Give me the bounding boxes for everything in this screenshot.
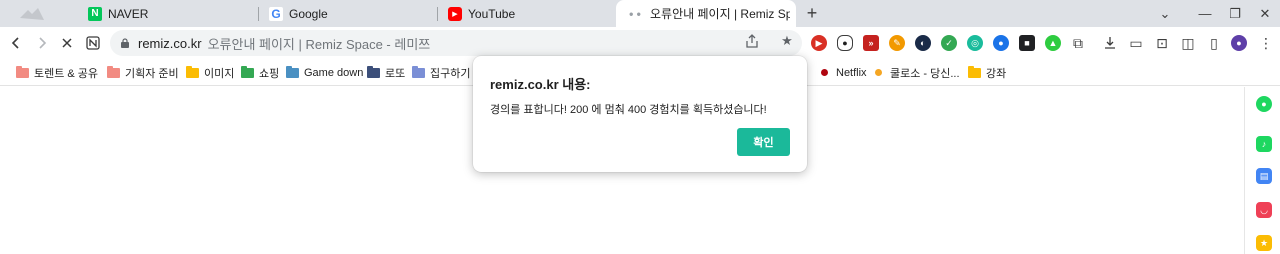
netflix-icon	[821, 69, 828, 76]
naver-icon: N	[88, 6, 102, 21]
tab-remiz-active[interactable]: • • 오류안내 페이지 | Remiz Space	[616, 0, 796, 27]
fast-forward-extension-icon[interactable]: »	[863, 35, 879, 51]
bookmark-label: 쿨로소 - 당신...	[890, 67, 960, 80]
split-view-icon[interactable]: ◫	[1179, 34, 1197, 52]
folder-icon	[367, 65, 380, 78]
side-green-icon[interactable]: ●	[1256, 96, 1272, 112]
bookmark-label: 토렌트 & 공유	[34, 67, 99, 80]
extension-dark-icon[interactable]: ◐	[915, 35, 931, 51]
bookmark-label: 집구하기	[430, 67, 471, 80]
loading-icon: • •	[629, 6, 641, 21]
site-icon	[875, 69, 882, 76]
bookmark-label: 로또	[385, 67, 406, 80]
lock-icon[interactable]	[120, 38, 130, 48]
folder-icon	[412, 65, 425, 78]
profile-decoration-icon	[0, 0, 60, 27]
bookmark-folder[interactable]: 강좌	[968, 64, 1006, 81]
bookmark-label: 기획자 준비	[125, 67, 179, 80]
naver-whale-icon[interactable]	[81, 31, 105, 55]
tab-title: Google	[289, 6, 328, 21]
bookmark-folder[interactable]: 쇼핑	[241, 64, 279, 81]
back-icon[interactable]	[4, 31, 28, 55]
extension-red-icon[interactable]: ▶	[811, 35, 827, 51]
bookmark-label: 쇼핑	[259, 67, 280, 80]
video-icon[interactable]: ▭	[1127, 34, 1145, 52]
pocket-icon[interactable]: ◡	[1256, 202, 1272, 218]
url-title: 오류안내 페이지 | Remiz Space - 레미쯔	[207, 36, 431, 52]
folder-icon	[186, 65, 199, 78]
folder-icon	[968, 65, 981, 78]
share-icon[interactable]	[744, 33, 760, 49]
mouse-extension-icon[interactable]: ●	[837, 35, 853, 51]
profile-avatar[interactable]: ●	[1231, 35, 1247, 51]
bookmark-folder[interactable]: 로또	[367, 64, 405, 81]
bookmark-folder[interactable]: 토렌트 & 공유	[16, 64, 98, 81]
tab-title: YouTube	[468, 6, 516, 21]
minimize-icon[interactable]: —	[1190, 0, 1220, 27]
bookmark-folder[interactable]: Game down	[286, 64, 363, 81]
google-icon: G	[269, 6, 283, 21]
address-bar[interactable]: remiz.co.kr 오류안내 페이지 | Remiz Space - 레미쯔	[110, 30, 802, 56]
folder-icon	[16, 65, 29, 78]
alert-dialog: remiz.co.kr 내용: 경의를 표합니다! 200 에 멈춰 400 경…	[473, 56, 807, 172]
side-panel: ● ♪ ▤ ◡ ★	[1244, 87, 1280, 254]
bookmark-star-icon[interactable]: ★	[779, 33, 795, 49]
tab-title: 오류안내 페이지 | Remiz Space	[650, 7, 790, 21]
browser-toolbar: remiz.co.kr 오류안내 페이지 | Remiz Space - 레미쯔…	[0, 27, 1280, 59]
screenshot-icon[interactable]: ⊡	[1153, 34, 1171, 52]
dialog-message: 경의를 표합니다! 200 에 멈춰 400 경험치를 획득하셨습니다!	[490, 104, 767, 116]
bookmark-netflix[interactable]: Netflix	[821, 64, 867, 81]
side-briefcase-icon[interactable]: ▤	[1256, 168, 1272, 184]
side-star-icon[interactable]: ★	[1256, 235, 1272, 251]
tab-strip: N NAVER G Google ▶ YouTube • • 오류안내 페이지 …	[0, 0, 1280, 27]
ok-button[interactable]: 확인	[737, 128, 790, 156]
extension-green-icon[interactable]: ▲	[1045, 35, 1061, 51]
extension-badge-icon[interactable]: ■	[1019, 35, 1035, 51]
bookmark-folder[interactable]: 기획자 준비	[107, 64, 179, 81]
tab-youtube[interactable]: ▶ YouTube	[438, 0, 616, 27]
download-icon[interactable]	[1101, 34, 1119, 52]
dialog-title: remiz.co.kr 내용:	[490, 77, 591, 92]
folder-icon	[107, 65, 120, 78]
stop-loading-icon[interactable]	[55, 31, 79, 55]
tab-google[interactable]: G Google	[259, 0, 437, 27]
tab-search-icon[interactable]: ⌄	[1150, 0, 1180, 27]
menu-icon[interactable]: ⋮	[1257, 34, 1275, 52]
globe-extension-icon[interactable]: ◎	[967, 35, 983, 51]
side-notification-icon[interactable]: ♪	[1256, 136, 1272, 152]
folder-icon	[241, 65, 254, 78]
bookmark-label: Netflix	[836, 66, 867, 79]
tab-naver[interactable]: N NAVER	[78, 0, 258, 27]
bookmark-folder[interactable]: 이미지	[186, 64, 234, 81]
youtube-icon: ▶	[448, 6, 462, 21]
url-host: remiz.co.kr	[138, 35, 202, 51]
restore-icon[interactable]: ❐	[1220, 0, 1250, 27]
extensions-puzzle-icon[interactable]: ⧉	[1069, 34, 1087, 52]
check-extension-icon[interactable]: ✓	[941, 35, 957, 51]
new-tab-button[interactable]: +	[802, 3, 822, 23]
extension-orange-icon[interactable]: ✎	[889, 35, 905, 51]
folder-icon	[286, 65, 299, 78]
extension-blue-icon[interactable]: ●	[993, 35, 1009, 51]
tab-title: NAVER	[108, 6, 149, 21]
bookmark-folder[interactable]: 집구하기	[412, 64, 470, 81]
side-panel-icon[interactable]: ▯	[1205, 34, 1223, 52]
bookmark-label: 이미지	[204, 67, 235, 80]
close-window-icon[interactable]: ✕	[1250, 0, 1280, 27]
bookmark-label: Game down	[304, 66, 364, 79]
bookmark-label: 강좌	[986, 67, 1007, 80]
bookmark-link[interactable]: 쿨로소 - 당신...	[875, 64, 960, 81]
forward-icon[interactable]	[30, 31, 54, 55]
